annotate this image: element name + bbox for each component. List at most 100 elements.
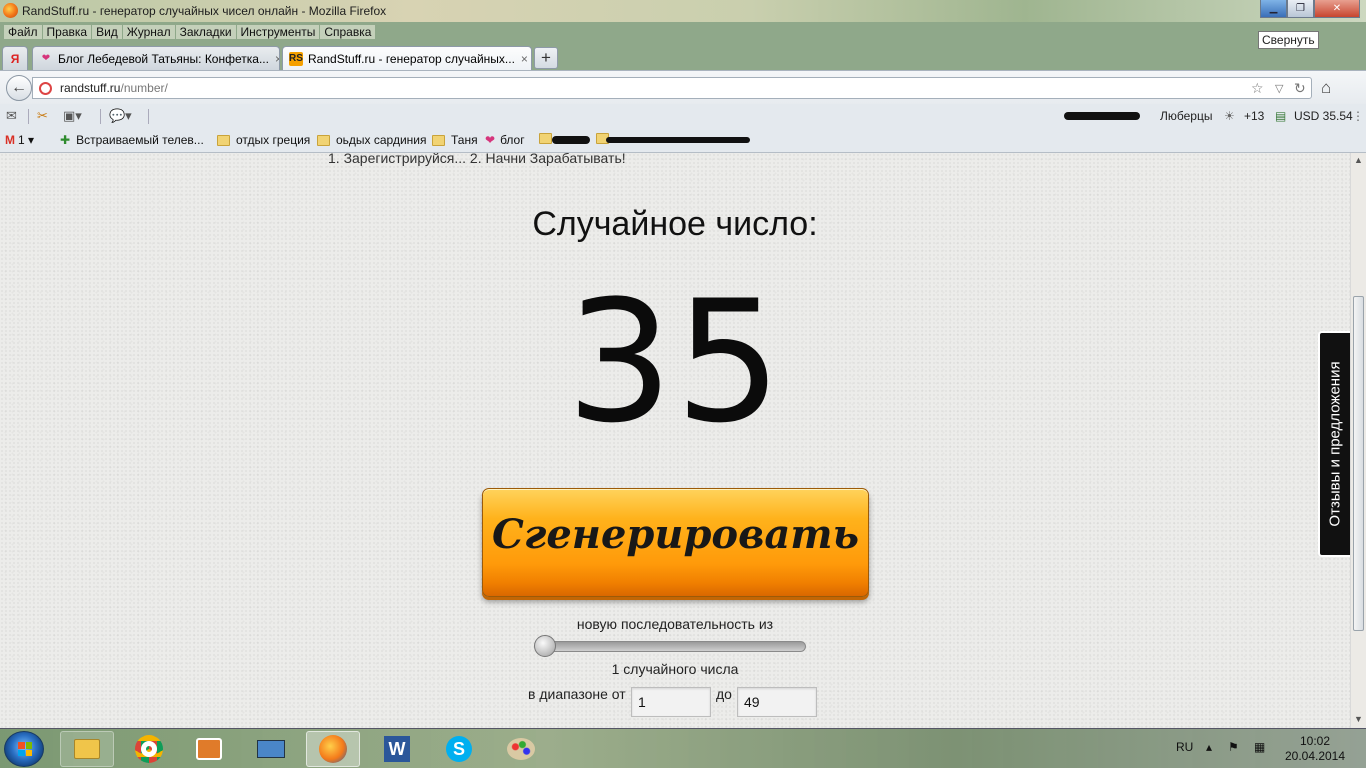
menu-history[interactable]: Журнал — [122, 25, 175, 39]
ad-text[interactable]: 1. Зарегистрируйся... 2. Начни Зарабатыв… — [328, 153, 626, 166]
tab-randstuff[interactable]: RS RandStuff.ru - генератор случайных...… — [282, 46, 532, 70]
bookmark-greece[interactable]: отдых греция — [217, 133, 310, 147]
bookmark-gmail[interactable]: M1 ▾ — [5, 133, 34, 147]
navigation-bar: randstuff.ru/number/ ☆ ▽ ↻ ← ⌂ — [0, 70, 1366, 104]
flag-icon[interactable]: ⚑ — [1228, 740, 1239, 754]
media-player-icon[interactable] — [182, 731, 236, 767]
vertical-scrollbar[interactable]: ▲ ▼ — [1350, 153, 1366, 728]
gmail-count: 1 — [18, 133, 25, 147]
bookmark-label: отдых греция — [236, 133, 311, 147]
firefox-icon[interactable] — [306, 731, 360, 767]
word-icon[interactable]: W — [370, 731, 424, 767]
page-content: 1. Зарегистрируйся... 2. Начни Зарабатыв… — [0, 153, 1350, 728]
home-icon[interactable]: ⌂ — [1321, 78, 1331, 98]
chart-icon: ▤ — [1275, 109, 1287, 123]
show-hidden-icons[interactable]: ▴ — [1206, 740, 1212, 754]
yandex-tab-button[interactable]: Я — [2, 46, 28, 70]
window-controls: ▁ ❐ ✕ — [1260, 0, 1360, 18]
clock-date: 20.04.2014 — [1284, 749, 1346, 763]
sequence-label: новую последовательность из — [576, 616, 774, 632]
back-button[interactable]: ← — [6, 75, 32, 101]
firefox-icon — [3, 3, 18, 18]
range-to-input[interactable]: 49 — [737, 687, 817, 717]
tab-close-icon[interactable]: × — [515, 52, 528, 66]
site-identity-icon[interactable] — [39, 82, 52, 95]
folder-icon — [217, 134, 230, 146]
count-slider-track[interactable] — [536, 641, 806, 652]
clock-time: 10:02 — [1299, 734, 1331, 748]
scroll-thumb[interactable] — [1353, 296, 1364, 631]
city-label[interactable]: Люберцы — [1160, 109, 1212, 123]
redacted-scribble — [606, 137, 750, 143]
sun-icon: ☀ — [1224, 109, 1235, 123]
random-number: 35 — [566, 264, 784, 460]
heart-icon: ❤ — [41, 53, 51, 64]
start-button[interactable] — [4, 731, 44, 767]
menu-file[interactable]: Файл — [4, 25, 42, 39]
feedback-label: Отзывы и предложения — [1326, 361, 1344, 527]
windows-taskbar: W S RU ▴ ⚑ ▦ 10:02 20.04.2014 — [0, 728, 1366, 768]
bookmark-tv[interactable]: ✚ Встраиваемый телев... — [60, 133, 204, 147]
close-button[interactable]: ✕ — [1314, 0, 1360, 18]
menu-help[interactable]: Справка — [320, 25, 376, 39]
bookmark-blog[interactable]: ❤ блог — [485, 133, 525, 147]
tab-label: RandStuff.ru - генератор случайных... — [308, 51, 515, 66]
scroll-down-icon[interactable]: ▼ — [1354, 714, 1363, 724]
paint-icon[interactable] — [494, 731, 548, 767]
range-from-input[interactable]: 1 — [631, 687, 711, 717]
url-text[interactable]: randstuff.ru/number/ — [60, 81, 168, 95]
bookmark-label: оьдых сардиния — [336, 133, 427, 147]
count-slider-knob[interactable] — [534, 635, 556, 657]
toolbar-separator — [28, 109, 29, 124]
history-dropdown-icon[interactable]: ▽ — [1275, 82, 1283, 95]
bookmark-label: блог — [500, 133, 525, 147]
generate-button[interactable]: Сгенерировать — [482, 488, 869, 597]
bookmark-label: Встраиваемый телев... — [76, 133, 204, 147]
range-to-label: до — [716, 686, 732, 702]
chrome-icon[interactable] — [122, 731, 176, 767]
menu-view[interactable]: Вид — [92, 25, 122, 39]
language-indicator[interactable]: RU — [1176, 740, 1193, 754]
folder-icon — [539, 133, 552, 144]
currency-value[interactable]: USD 35.54 — [1294, 109, 1353, 123]
menu-bookmarks[interactable]: Закладки — [175, 25, 236, 39]
menu-edit[interactable]: Правка — [42, 25, 92, 39]
network-icon[interactable]: ▦ — [1254, 740, 1265, 754]
scroll-up-icon[interactable]: ▲ — [1354, 155, 1363, 165]
yandex-toolbar: ✉ ✂ ▣▾ 💬▾ Люберцы ☀ +13 ▤ USD 35.54 ⋮ — [0, 104, 1366, 128]
chat-icon[interactable]: 💬▾ — [109, 108, 132, 124]
screenshot-icon[interactable]: ▣▾ — [63, 108, 82, 124]
tab-blog[interactable]: ❤ Блог Лебедевой Татьяны: Конфетка... × — [32, 46, 280, 70]
toolbar-more-icon[interactable]: ⋮ — [1352, 109, 1364, 123]
count-label: 1 случайного числа — [611, 661, 739, 677]
bookmark-label: Таня — [451, 133, 478, 147]
menu-bar: Файл Правка Вид Журнал Закладки Инструме… — [0, 22, 1366, 42]
explorer-icon[interactable] — [60, 731, 114, 767]
clock[interactable]: 10:02 20.04.2014 — [1282, 734, 1348, 764]
menu-tools[interactable]: Инструменты — [236, 25, 320, 39]
address-bar[interactable]: randstuff.ru/number/ ☆ ▽ ↻ — [32, 77, 1312, 99]
mail-icon[interactable]: ✉ — [6, 108, 17, 124]
maximize-button[interactable]: ❐ — [1287, 0, 1314, 18]
weather-value[interactable]: +13 — [1244, 109, 1264, 123]
reload-icon[interactable]: ↻ — [1294, 80, 1306, 97]
minimize-button[interactable]: ▁ — [1260, 0, 1287, 18]
page-title: Случайное число: — [532, 205, 818, 243]
bookmark-tanya[interactable]: Таня — [432, 133, 478, 147]
new-tab-button[interactable]: + — [534, 47, 558, 69]
tab-label: Блог Лебедевой Татьяны: Конфетка... — [58, 51, 269, 66]
tab-close-icon[interactable]: × — [269, 52, 279, 66]
bookmark-sardinia[interactable]: оьдых сардиния — [317, 133, 427, 147]
url-host: randstuff.ru — [60, 81, 121, 95]
range-from-label: в диапазоне от — [528, 686, 626, 702]
mail-icon[interactable] — [244, 731, 298, 767]
bookmark-star-icon[interactable]: ☆ — [1251, 80, 1264, 97]
puzzle-icon[interactable]: ✂ — [37, 108, 48, 124]
feedback-tab[interactable]: Отзывы и предложения — [1318, 331, 1350, 557]
window-titlebar: RandStuff.ru - генератор случайных чисел… — [0, 0, 1366, 22]
url-path: /number/ — [120, 81, 168, 95]
folder-icon — [317, 134, 330, 146]
skype-icon[interactable]: S — [432, 731, 486, 767]
redacted-scribble — [552, 136, 590, 144]
tab-bar: Я ❤ Блог Лебедевой Татьяны: Конфетка... … — [0, 44, 1366, 70]
